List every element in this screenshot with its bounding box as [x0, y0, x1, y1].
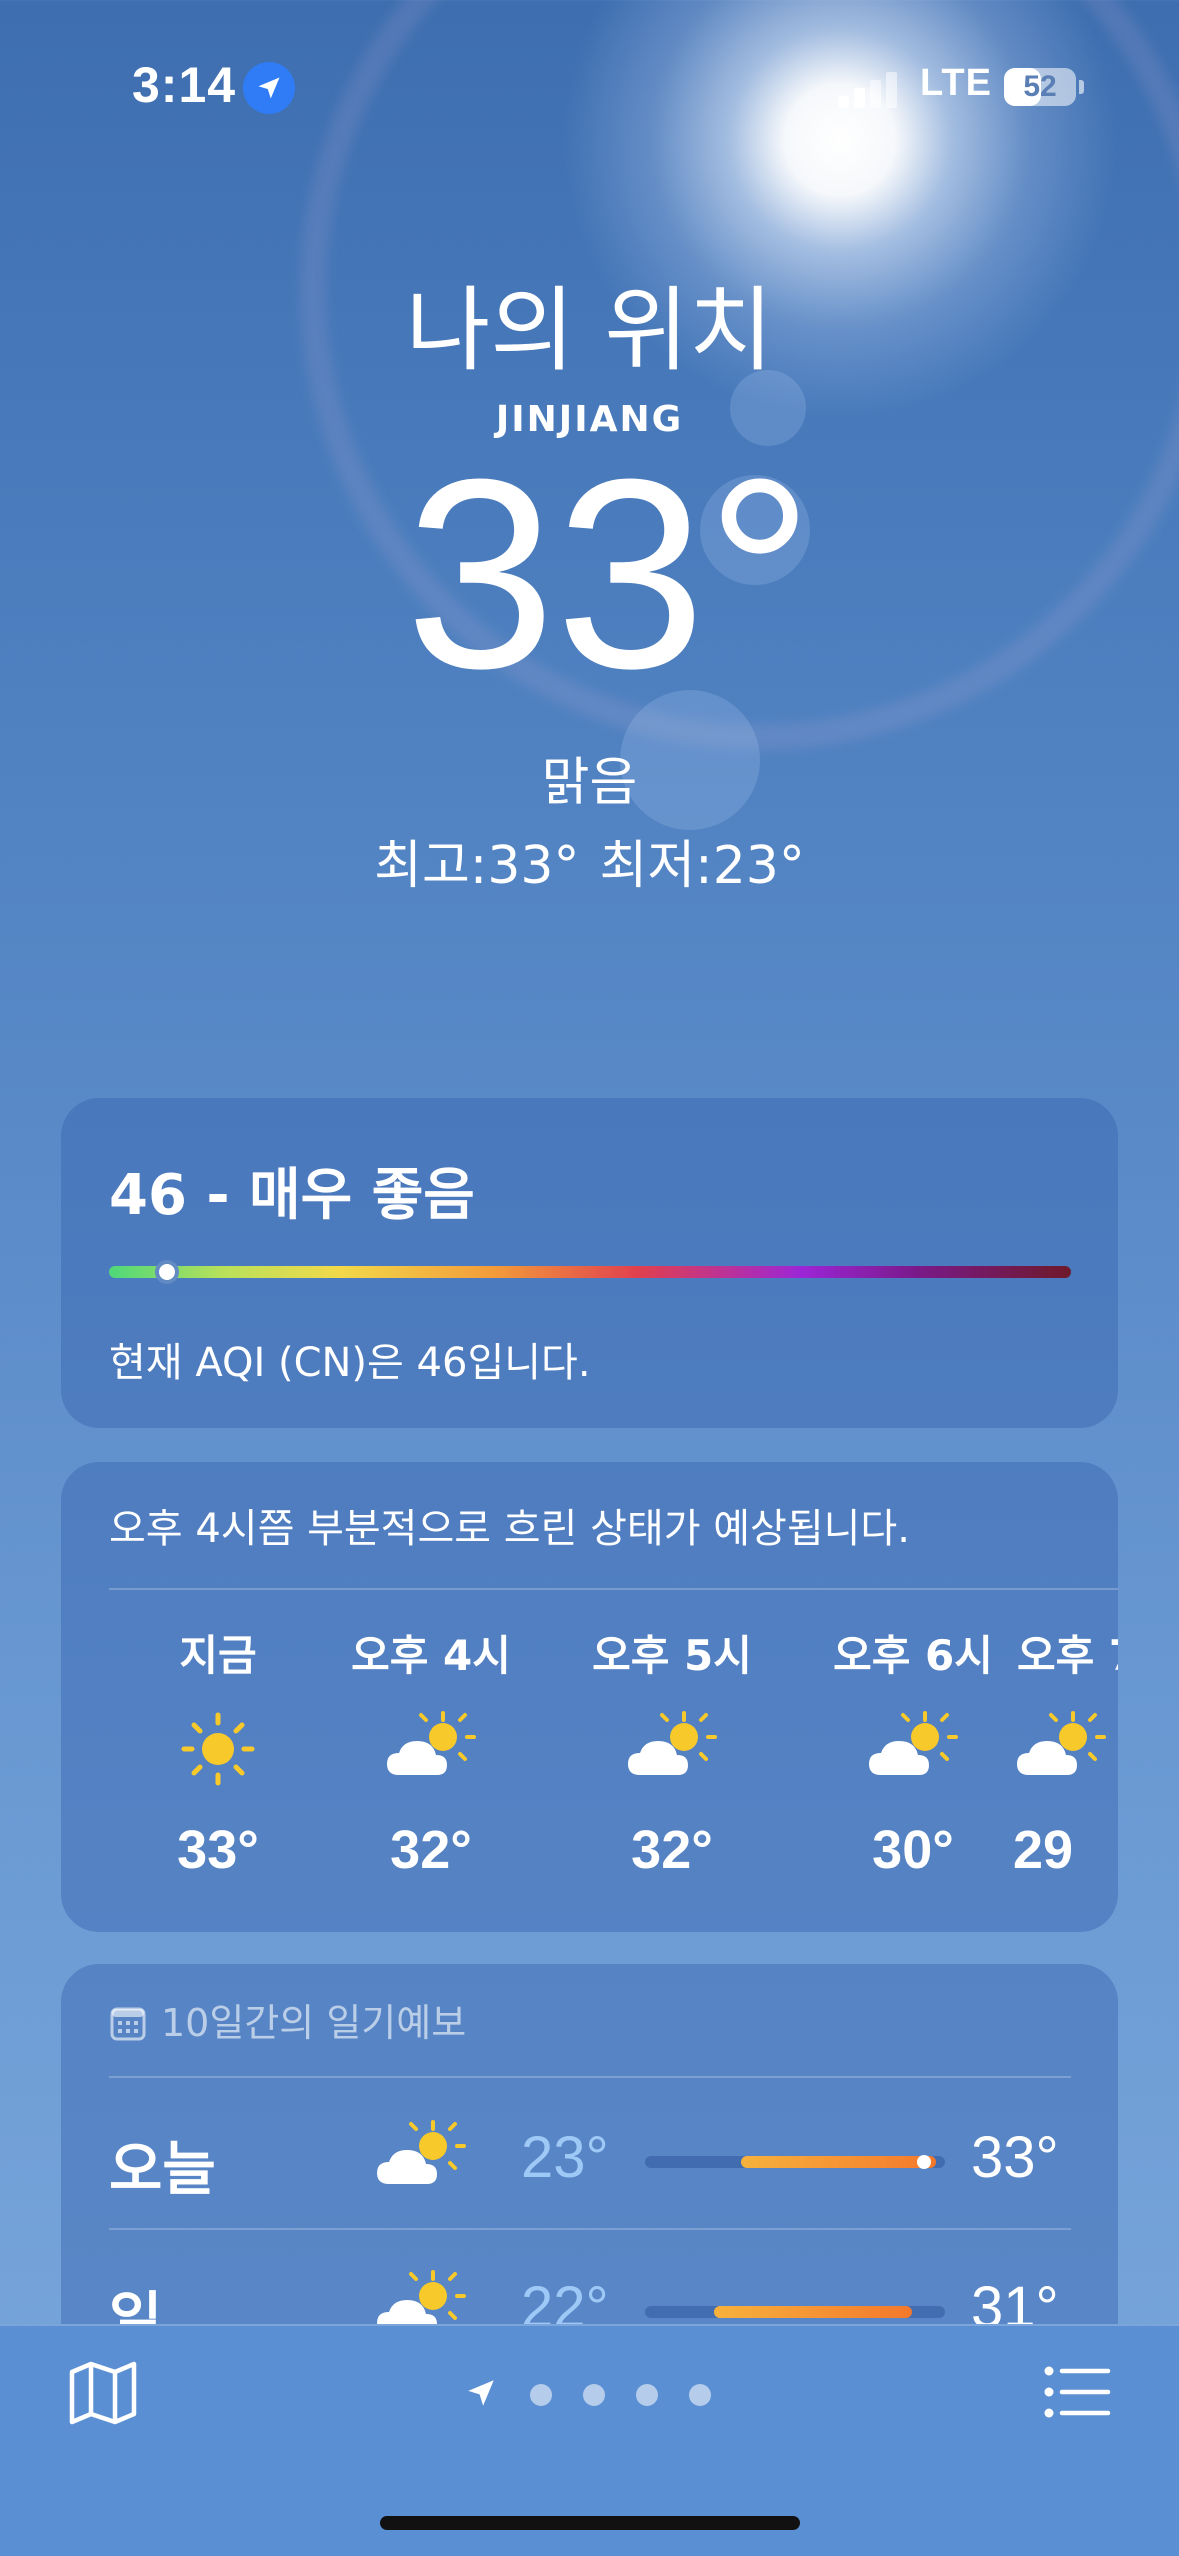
partly-cloudy-icon: [828, 1709, 998, 1789]
daily-row[interactable]: 오늘 23° 33°: [109, 2080, 1071, 2230]
hour-label: 오후 5시: [592, 1631, 752, 1680]
hour-label: 오후 7: [1017, 1631, 1118, 1680]
page-dot[interactable]: [689, 2384, 711, 2406]
hour-label: 오후 4시: [351, 1631, 511, 1680]
page-dot[interactable]: [530, 2384, 552, 2406]
status-bar: 3:14 LTE 52: [0, 0, 1179, 170]
ten-day-title-text: 10일간의 일기예보: [161, 2001, 467, 2045]
temperature-range-bar: [645, 2155, 945, 2169]
low-temperature: 최저:23°: [599, 836, 805, 897]
weather-header: 나의 위치 JINJIANG 33° 맑음 최고:33° 최저:23°: [0, 280, 1179, 898]
hour-temperature: 33°: [177, 1820, 259, 1880]
partly-cloudy-icon: [371, 2118, 471, 2198]
location-services-icon: [243, 62, 295, 114]
partly-cloudy-icon: [587, 1709, 757, 1789]
map-icon[interactable]: [68, 2360, 138, 2430]
hour-temperature: 32°: [390, 1820, 472, 1880]
current-temperature-marker: [917, 2155, 931, 2169]
partly-cloudy-icon: [346, 1709, 516, 1789]
aqi-scale-bar: [109, 1266, 1071, 1278]
list-icon[interactable]: [1044, 2366, 1112, 2422]
partly-cloudy-icon: [1013, 1709, 1118, 1789]
hourly-item: 지금 33°: [133, 1622, 303, 1881]
hour-label: 지금: [179, 1631, 257, 1680]
calendar-icon: [109, 2004, 147, 2051]
network-type: LTE: [920, 62, 992, 104]
divider: [109, 2076, 1071, 2078]
high-low: 최고:33° 최저:23°: [0, 823, 1179, 898]
aqi-title: 46 - 매우 좋음: [109, 1163, 475, 1228]
temperature-range-fill: [741, 2156, 936, 2168]
battery-tip: [1079, 80, 1084, 94]
day-low-temperature: 23°: [521, 2125, 609, 2190]
hourly-item: 오후 4시 32°: [346, 1622, 516, 1881]
day-high-temperature: 33°: [971, 2125, 1059, 2190]
page-dot[interactable]: [636, 2384, 658, 2406]
page-dot[interactable]: [583, 2384, 605, 2406]
temperature-range-fill: [714, 2306, 912, 2318]
hour-temperature: 29: [1013, 1820, 1074, 1880]
hourly-summary: 오후 4시쯤 부분적으로 흐린 상태가 예상됩니다.: [109, 1506, 910, 1552]
temperature-range-bar: [645, 2306, 945, 2318]
current-condition: 맑음: [541, 753, 638, 814]
day-name: 오늘: [109, 2135, 216, 2203]
aqi-description: 현재 AQI (CN)은 46입니다.: [109, 1340, 591, 1386]
battery-icon: 52: [1004, 68, 1076, 106]
battery-percent: 52: [1023, 70, 1057, 103]
high-temperature: 최고:33°: [374, 836, 580, 897]
sun-icon: [133, 1709, 303, 1789]
hour-label: 오후 6시: [833, 1631, 993, 1680]
hourly-forecast-card[interactable]: 오후 4시쯤 부분적으로 흐린 상태가 예상됩니다. 지금 33° 오후 4시: [61, 1462, 1118, 1932]
home-indicator[interactable]: [380, 2516, 800, 2530]
ten-day-title: 10일간의 일기예보: [109, 1992, 466, 2051]
hourly-item: 오후 5시 32°: [587, 1622, 757, 1881]
cellular-signal-icon: [838, 72, 898, 108]
location-title: 나의 위치: [405, 277, 774, 384]
air-quality-card[interactable]: 46 - 매우 좋음 현재 AQI (CN)은 46입니다.: [61, 1098, 1118, 1428]
hourly-item: 오후 7 29: [1013, 1622, 1118, 1881]
hour-temperature: 32°: [631, 1820, 713, 1880]
status-time: 3:14: [132, 57, 237, 113]
current-location-page-icon[interactable]: [464, 2372, 498, 2414]
hourly-item: 오후 6시 30°: [828, 1622, 998, 1881]
aqi-indicator: [154, 1260, 179, 1284]
current-temperature: 33°: [405, 424, 814, 726]
hour-temperature: 30°: [872, 1820, 954, 1880]
divider: [109, 1588, 1118, 1590]
